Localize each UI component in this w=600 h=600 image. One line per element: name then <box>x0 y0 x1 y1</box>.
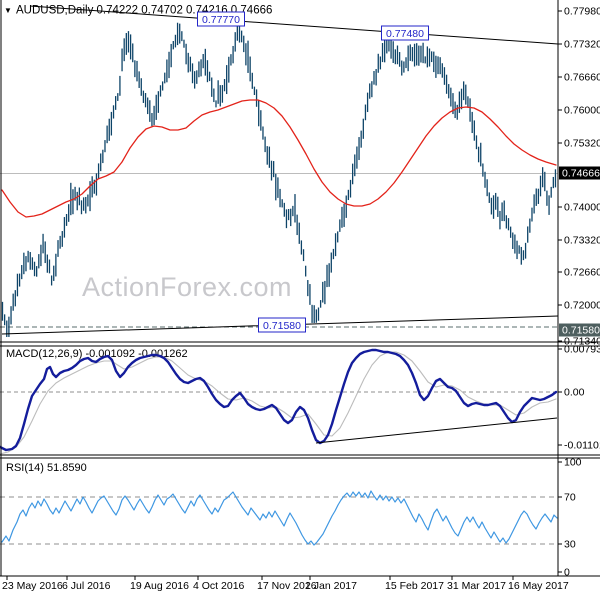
moving-average-layer <box>2 100 556 217</box>
axis-tick-label: 0 <box>564 567 570 579</box>
axis-tick-label: 0.74000 <box>564 202 600 214</box>
collapse-arrow-icon[interactable]: ▼ <box>4 6 12 15</box>
axis-tick-label: 0.76000 <box>564 105 600 117</box>
axis-tick-label: -0.011017 <box>564 440 600 452</box>
moving-average-line <box>2 100 556 217</box>
audusd-daily-chart: ActionForex.com ▼ AUDUSD,Daily 0.74222 0… <box>0 0 600 600</box>
forex-chart-window: ActionForex.com ▼ AUDUSD,Daily 0.74222 0… <box>0 0 600 600</box>
axis-tick-label: 0.75320 <box>564 138 600 150</box>
time-axis-label: 19 Aug 2016 <box>130 580 189 592</box>
time-axis-label: 4 Oct 2016 <box>193 580 245 592</box>
axis-tick-label: 0.77320 <box>564 39 600 51</box>
price-label-text: 0.77480 <box>386 28 424 40</box>
watermark: ActionForex.com <box>82 272 292 302</box>
axis-price-badge-text: 0.71580 <box>562 325 600 337</box>
time-axis-label: 15 Feb 2017 <box>385 580 444 592</box>
axis-tick-label: 70 <box>564 492 576 504</box>
time-axis-label: 31 Mar 2017 <box>447 580 506 592</box>
axis-tick-label: 0.007933 <box>564 344 600 356</box>
axis-tick-label: 100 <box>564 457 582 469</box>
descending-trendline <box>30 6 558 44</box>
axis-tick-label: 0.72000 <box>564 300 600 312</box>
axis-tick-label: 0.76660 <box>564 72 600 84</box>
axis-tick-label: 0.77980 <box>564 6 600 18</box>
price-label-text: 0.77770 <box>202 14 240 26</box>
macd-panel-layer <box>0 350 558 454</box>
level-lines-layer <box>0 174 558 328</box>
macd-ascending-trendline <box>316 418 557 443</box>
time-axis-label: 6 Jul 2016 <box>62 580 111 592</box>
axis-price-badge-text: 0.74666 <box>562 168 600 180</box>
macd-main-line <box>0 350 556 450</box>
price-label-text: 0.71580 <box>263 320 301 332</box>
axis-tick-label: 0.00 <box>564 387 585 399</box>
rsi-panel-layer <box>0 491 558 545</box>
rsi-indicator-label: RSI(14) 51.8590 <box>6 462 87 474</box>
rsi-line <box>2 491 557 545</box>
axis-tick-label: 30 <box>564 539 576 551</box>
macd-indicator-label: MACD(12,26,9) -0.001092 -0.001262 <box>6 348 188 360</box>
axis-tick-label: 0.73320 <box>564 235 600 247</box>
axis-tick-label: 0.72660 <box>564 267 600 279</box>
time-axis-label: 2 Jan 2017 <box>305 580 357 592</box>
time-axis-label: 16 May 2017 <box>508 580 569 592</box>
time-axis-label: 23 May 2016 <box>2 580 63 592</box>
